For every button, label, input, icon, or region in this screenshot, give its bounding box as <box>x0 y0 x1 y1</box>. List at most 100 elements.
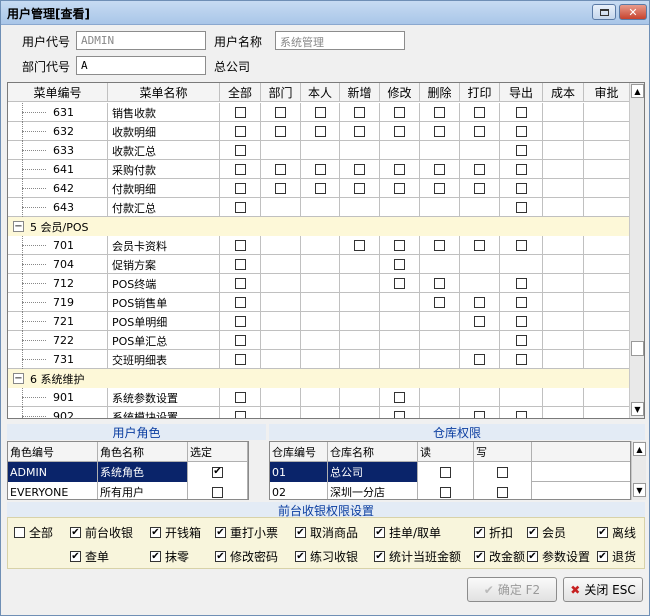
perm-checkbox[interactable] <box>234 411 246 418</box>
pos-perm-checkbox[interactable]: ✔ <box>150 551 161 562</box>
perm-checkbox[interactable] <box>394 183 405 194</box>
column-header[interactable]: 仓库名称 <box>328 442 418 462</box>
pos-perm-item[interactable]: ✔ 练习收银 <box>295 548 358 565</box>
pos-perm-item[interactable]: ✔ 取消商品 <box>295 524 358 541</box>
column-header[interactable]: 本人 <box>301 83 340 102</box>
column-header[interactable]: 删除 <box>420 83 460 102</box>
perm-checkbox[interactable] <box>354 107 365 118</box>
pos-perm-checkbox[interactable]: ✔ <box>474 551 485 562</box>
perm-checkbox[interactable] <box>234 392 246 403</box>
perm-checkbox[interactable] <box>314 183 326 194</box>
perm-checkbox[interactable] <box>434 240 445 251</box>
pos-perm-item[interactable]: ✔ 退货 <box>597 548 636 565</box>
table-row[interactable]: 701 会员卡资料 <box>8 236 630 255</box>
perm-checkbox[interactable] <box>515 411 527 418</box>
pos-perm-checkbox[interactable]: ✔ <box>215 551 226 562</box>
pos-perm-checkbox[interactable]: ✔ <box>527 527 538 538</box>
pos-perm-item[interactable]: ✔ 抹零 <box>150 548 189 565</box>
perm-checkbox[interactable] <box>234 107 246 118</box>
row-checkbox[interactable] <box>440 486 451 498</box>
perm-checkbox[interactable] <box>515 335 527 346</box>
column-header[interactable]: 导出 <box>500 83 543 102</box>
column-header[interactable]: 菜单编号 <box>8 83 108 102</box>
perm-checkbox[interactable] <box>515 240 527 251</box>
perm-checkbox[interactable] <box>434 278 445 289</box>
pos-perm-checkbox[interactable]: ✔ <box>527 551 538 562</box>
table-row[interactable]: 641 采购付款 <box>8 160 630 179</box>
column-header[interactable]: 菜单名称 <box>108 83 220 102</box>
pos-perm-item[interactable]: ✔ 挂单/取单 <box>374 524 441 541</box>
confirm-button[interactable]: ✔ 确定 F2 <box>467 577 557 602</box>
table-row[interactable]: 02 深圳一分店 <box>270 482 630 499</box>
perm-checkbox[interactable] <box>234 202 246 213</box>
table-row[interactable]: 632 收款明细 <box>8 122 630 141</box>
expand-icon[interactable]: − <box>13 221 24 232</box>
perm-checkbox[interactable] <box>314 164 326 175</box>
user-name-field[interactable]: 系统管理 <box>275 31 405 50</box>
perm-checkbox[interactable] <box>515 278 527 289</box>
column-header[interactable]: 审批 <box>584 83 630 102</box>
table-row[interactable]: 704 促销方案 <box>8 255 630 274</box>
perm-checkbox[interactable] <box>515 316 527 327</box>
column-header[interactable]: 仓库编号 <box>270 442 328 462</box>
column-header[interactable]: 全部 <box>220 83 261 102</box>
perm-checkbox[interactable] <box>515 183 527 194</box>
pos-perm-checkbox[interactable] <box>14 527 25 538</box>
perm-checkbox[interactable] <box>234 126 246 137</box>
perm-checkbox[interactable] <box>394 164 405 175</box>
perm-checkbox[interactable] <box>515 126 527 137</box>
perm-checkbox[interactable] <box>474 183 485 194</box>
column-header[interactable]: 成本 <box>543 83 584 102</box>
perm-checkbox[interactable] <box>314 107 326 118</box>
scroll-up-icon[interactable]: ▲ <box>631 84 644 98</box>
perm-checkbox[interactable] <box>474 107 485 118</box>
grid-scrollbar[interactable]: ▲ ▼ <box>629 83 644 418</box>
pos-perm-checkbox[interactable]: ✔ <box>150 527 161 538</box>
group-row[interactable]: −6 系统维护 <box>8 369 630 388</box>
pos-perm-item[interactable]: 全部 <box>14 524 53 541</box>
table-row[interactable]: 631 销售收款 <box>8 103 630 122</box>
pos-perm-checkbox[interactable]: ✔ <box>215 527 226 538</box>
pos-perm-checkbox[interactable]: ✔ <box>374 551 385 562</box>
column-header[interactable]: 读 <box>418 442 474 462</box>
row-checkbox[interactable] <box>497 466 508 478</box>
perm-checkbox[interactable] <box>275 107 286 118</box>
perm-checkbox[interactable] <box>234 278 246 289</box>
perm-checkbox[interactable] <box>234 145 246 156</box>
perm-checkbox[interactable] <box>394 278 405 289</box>
perm-checkbox[interactable] <box>474 240 485 251</box>
perm-checkbox[interactable] <box>394 126 405 137</box>
perm-checkbox[interactable] <box>234 335 246 346</box>
perm-checkbox[interactable] <box>434 183 445 194</box>
table-row[interactable]: 643 付款汇总 <box>8 198 630 217</box>
perm-checkbox[interactable] <box>474 411 485 418</box>
row-checkbox[interactable] <box>440 466 451 478</box>
pos-perm-item[interactable]: ✔ 修改密码 <box>215 548 278 565</box>
perm-checkbox[interactable] <box>234 183 246 194</box>
perm-checkbox[interactable] <box>394 411 405 418</box>
perm-checkbox[interactable] <box>394 240 405 251</box>
perm-checkbox[interactable] <box>474 126 485 137</box>
row-checkbox[interactable] <box>497 486 508 498</box>
perm-checkbox[interactable] <box>234 240 246 251</box>
perm-checkbox[interactable] <box>434 297 445 308</box>
table-row[interactable]: 719 POS销售单 <box>8 293 630 312</box>
table-row[interactable]: 642 付款明细 <box>8 179 630 198</box>
group-row[interactable]: −5 会员/POS <box>8 217 630 236</box>
scroll-thumb[interactable] <box>631 341 644 356</box>
pos-perm-checkbox[interactable]: ✔ <box>295 551 306 562</box>
perm-checkbox[interactable] <box>515 164 527 175</box>
perm-checkbox[interactable] <box>234 316 246 327</box>
perm-checkbox[interactable] <box>474 354 485 365</box>
perm-checkbox[interactable] <box>515 354 527 365</box>
perm-checkbox[interactable] <box>474 164 485 175</box>
column-header[interactable]: 角色名称 <box>98 442 188 462</box>
pos-perm-item[interactable]: ✔ 重打小票 <box>215 524 278 541</box>
pos-perm-checkbox[interactable]: ✔ <box>374 527 385 538</box>
perm-checkbox[interactable] <box>234 259 246 270</box>
column-header[interactable]: 选定 <box>188 442 248 462</box>
column-header[interactable]: 写 <box>474 442 532 462</box>
table-row[interactable]: 712 POS终端 <box>8 274 630 293</box>
pos-perm-item[interactable]: ✔ 改金额 <box>474 548 525 565</box>
pos-perm-item[interactable]: ✔ 前台收银 <box>70 524 133 541</box>
